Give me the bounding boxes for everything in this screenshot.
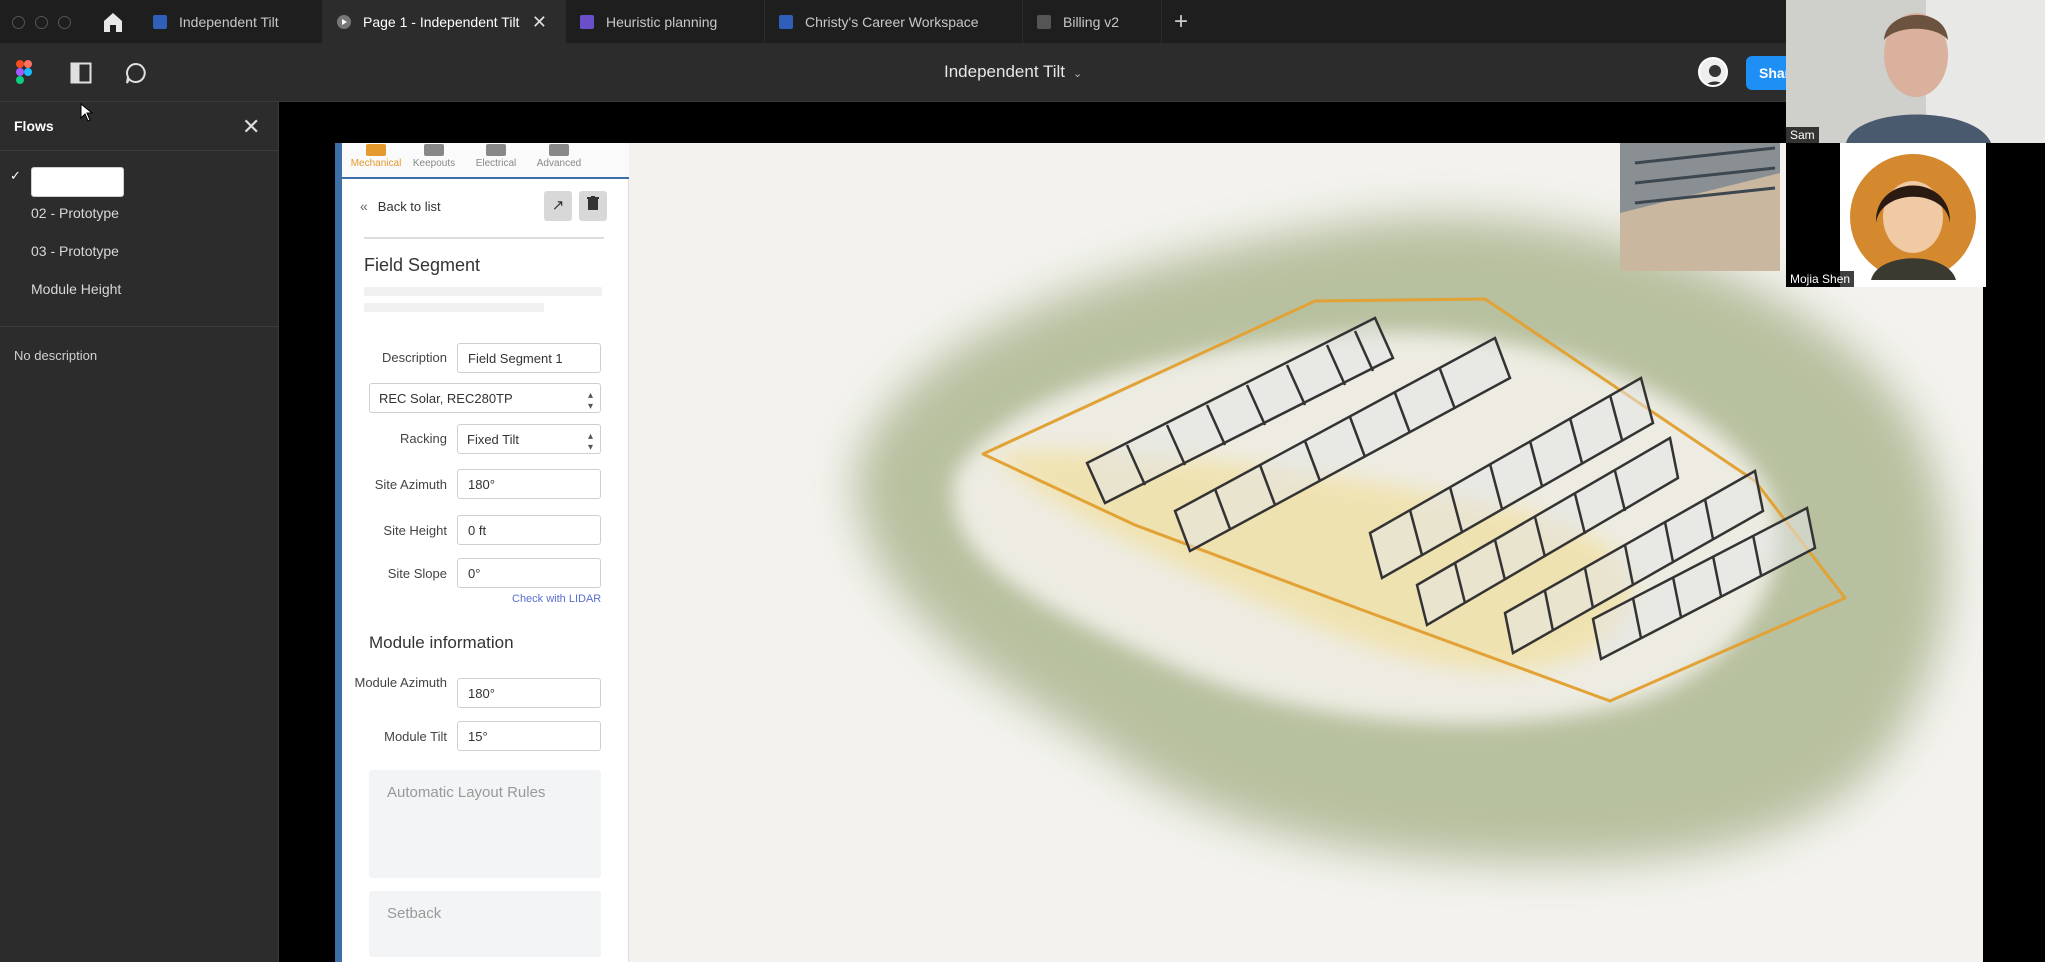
expand-button[interactable]: ↗ — [544, 191, 572, 221]
subtab-mechanical[interactable]: Mechanical — [346, 144, 406, 169]
participant-avatar — [1840, 143, 1986, 287]
subtab-label: Electrical — [475, 158, 517, 169]
figma-file-icon — [153, 15, 167, 29]
subtab-label: Advanced — [536, 158, 582, 169]
close-icon[interactable]: ✕ — [242, 114, 260, 140]
divider — [0, 150, 279, 151]
mechanical-icon — [366, 144, 386, 156]
section-label: Setback — [387, 905, 442, 922]
double-chevron-left-icon: « — [360, 198, 368, 214]
document-title: Independent Tilt — [944, 62, 1065, 81]
setback-section[interactable]: Setback — [369, 891, 601, 957]
tab-billing-v2[interactable]: Billing v2 — [1023, 0, 1162, 44]
close-tab-icon[interactable]: ✕ — [532, 12, 547, 33]
figjam-file-icon — [580, 15, 594, 29]
document-title-dropdown[interactable]: Independent Tilt ⌄ — [944, 62, 1082, 82]
arrow-up-right-icon: ↗ — [551, 197, 565, 214]
flow-item-03-prototype[interactable]: 03 - Prototype — [31, 243, 119, 259]
subtab-label: Mechanical — [350, 158, 402, 169]
tab-label: Heuristic planning — [606, 14, 718, 30]
window-close-control[interactable] — [12, 16, 25, 29]
tab-label: Independent Tilt — [179, 14, 279, 30]
form-subtabs: Mechanical Keepouts Electrical Advanced — [342, 143, 629, 179]
site-azimuth-label: Site Azimuth — [374, 477, 447, 492]
user-avatar[interactable] — [1698, 57, 1728, 87]
video-tile-sam: Sam — [1786, 0, 2045, 143]
tab-page-1-independent-tilt[interactable]: Page 1 - Independent Tilt ✕ — [323, 0, 566, 44]
keepouts-icon — [424, 144, 444, 156]
site-slope-input[interactable]: 0° — [457, 558, 601, 588]
module-select[interactable]: REC Solar, REC280TP ▴ ▾ — [369, 383, 601, 413]
subtab-keepouts[interactable]: Keepouts — [404, 144, 464, 169]
section-label: Automatic Layout Rules — [387, 784, 546, 801]
electrical-icon — [486, 144, 506, 156]
window-zoom-control[interactable] — [58, 16, 71, 29]
figma-prototype-toolbar: Independent Tilt ⌄ Shar — [0, 44, 2045, 102]
tab-heuristic-planning[interactable]: Heuristic planning — [566, 0, 765, 44]
description-label: Description — [381, 350, 447, 365]
mouse-cursor-icon — [80, 103, 94, 122]
module-tilt-input[interactable]: 15° — [457, 721, 601, 751]
racking-select-value: Fixed Tilt — [467, 432, 520, 447]
select-arrows-icon: ▴ ▾ — [587, 431, 593, 453]
site-azimuth-input[interactable]: 180° — [457, 469, 601, 499]
flow-description: No description — [14, 348, 98, 363]
figma-file-icon — [1037, 15, 1051, 29]
advanced-icon — [549, 144, 569, 156]
site-height-input[interactable]: 0 ft — [457, 515, 601, 545]
flows-panel: Flows ✕ ✓ 01 - Prototype 02 - Prototype … — [0, 102, 279, 962]
field-segment-form-panel: Mechanical Keepouts Electrical Advanced … — [335, 143, 629, 962]
tab-label: Page 1 - Independent Tilt — [363, 14, 520, 30]
module-tilt-label: Module Tilt — [384, 729, 447, 744]
delete-button[interactable] — [579, 191, 607, 221]
home-icon[interactable] — [101, 11, 125, 33]
automatic-layout-rules-section[interactable]: Automatic Layout Rules — [369, 770, 601, 878]
new-tab-plus-icon[interactable]: + — [1174, 8, 1188, 36]
subtab-electrical[interactable]: Electrical — [466, 144, 526, 169]
sidebar-toggle-icon[interactable] — [70, 62, 92, 84]
racking-select[interactable]: Fixed Tilt ▴ ▾ — [457, 424, 601, 454]
flow-item-01-prototype[interactable]: 01 - Prototype — [31, 167, 124, 197]
tab-label: Billing v2 — [1063, 14, 1120, 30]
window-minimize-control[interactable] — [35, 16, 48, 29]
racking-label: Racking — [400, 431, 447, 446]
flows-title: Flows — [14, 118, 54, 134]
site-slope-label: Site Slope — [387, 566, 447, 581]
figma-file-icon — [779, 15, 793, 29]
placeholder-line — [364, 303, 544, 312]
participant-name: Mojia Shen — [1786, 271, 1855, 287]
figma-logo-icon[interactable] — [16, 60, 32, 84]
participant-video — [1786, 0, 2045, 143]
select-arrows-icon: ▴ ▾ — [587, 390, 593, 412]
module-azimuth-label: Module Azimuth — [354, 675, 448, 690]
chevron-down-icon: ⌄ — [1072, 68, 1083, 80]
browser-tab-bar: Independent Tilt Page 1 - Independent Ti… — [0, 0, 2045, 44]
flow-item-02-prototype[interactable]: 02 - Prototype — [31, 205, 119, 221]
tab-label: Christy's Career Workspace — [805, 14, 979, 30]
module-select-value: REC Solar, REC280TP — [379, 391, 513, 406]
back-label: Back to list — [377, 199, 441, 214]
placeholder-line — [364, 287, 602, 296]
description-input[interactable]: Field Segment 1 — [457, 343, 601, 373]
divider — [0, 326, 279, 327]
module-azimuth-input[interactable]: 180° — [457, 678, 601, 708]
tab-independent-tilt[interactable]: Independent Tilt — [139, 0, 323, 44]
checkmark-icon: ✓ — [10, 168, 21, 183]
site-height-label: Site Height — [383, 523, 447, 538]
trash-icon — [587, 196, 599, 210]
divider — [364, 237, 604, 239]
back-to-list-link[interactable]: « Back to list — [360, 198, 441, 214]
subtab-label: Keepouts — [412, 158, 456, 169]
video-tile-mojia-shen: Mojia Shen — [1786, 143, 1986, 287]
field-segment-heading: Field Segment — [364, 255, 481, 275]
module-information-heading: Module information — [369, 633, 514, 652]
tab-christys-career-workspace[interactable]: Christy's Career Workspace — [765, 0, 1023, 44]
flow-item-module-height[interactable]: Module Height — [31, 281, 121, 297]
comment-icon[interactable] — [124, 61, 148, 85]
check-with-lidar-link[interactable]: Check with LIDAR — [512, 593, 601, 605]
prototype-play-icon — [337, 15, 351, 29]
subtab-advanced[interactable]: Advanced — [529, 144, 589, 169]
participant-name: Sam — [1786, 127, 1819, 143]
